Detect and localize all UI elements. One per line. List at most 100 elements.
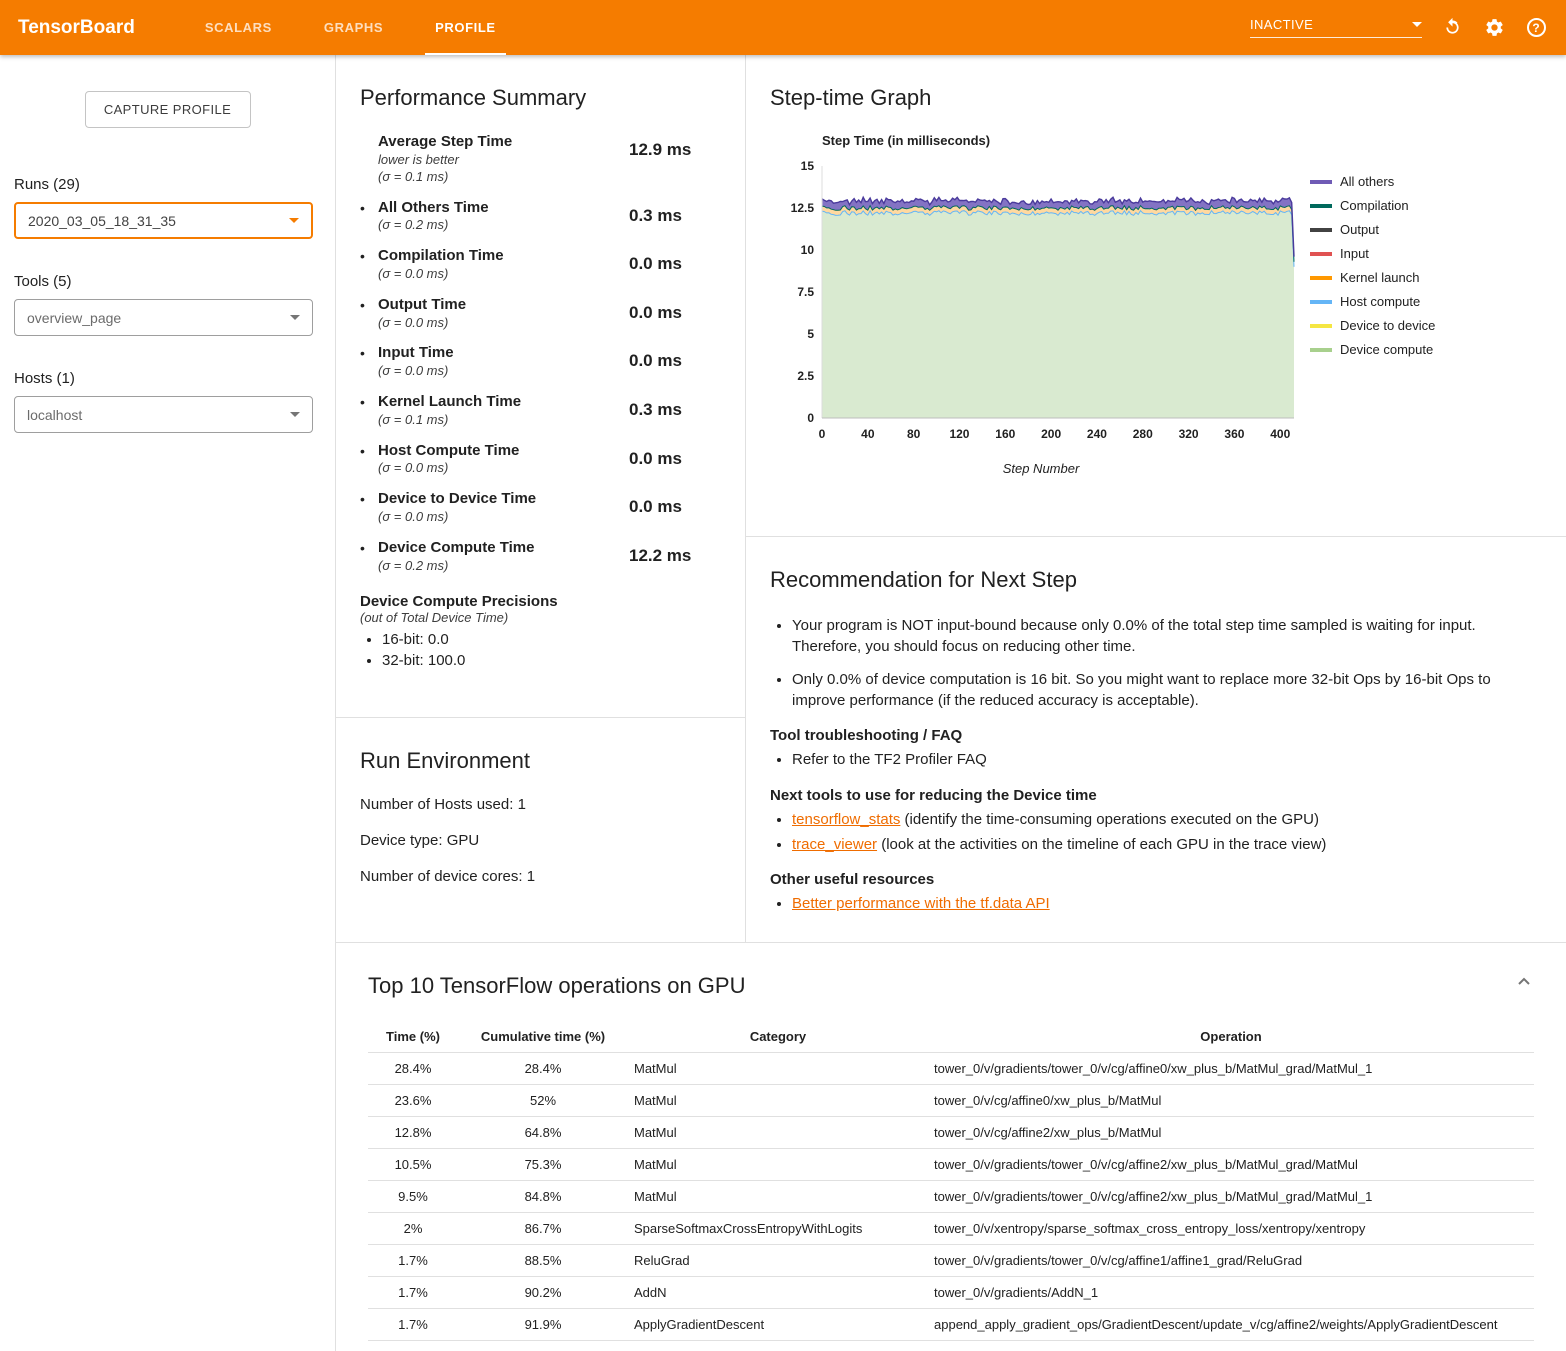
table-cell: 75.3% (458, 1149, 628, 1181)
app-title: TensorBoard (0, 17, 179, 39)
performance-metric: Average Step Timelower is better(σ = 0.1… (360, 133, 721, 186)
hosts-label: Hosts (1) (14, 370, 335, 387)
svg-text:360: 360 (1224, 427, 1244, 441)
metric-value: 0.0 ms (629, 442, 721, 478)
legend-item: Input (1310, 246, 1435, 261)
legend-item: Device to device (1310, 318, 1435, 333)
metric-name: Host Compute Time (378, 442, 629, 461)
run-environment-card: Run Environment Number of Hosts used: 1D… (336, 718, 745, 942)
metric-text: Device Compute Time(σ = 0.2 ms) (378, 539, 629, 575)
recommendation-section-heading: Tool troubleshooting / FAQ (770, 727, 1542, 744)
hosts-select-value: localhost (27, 407, 82, 423)
table-cell: 2% (368, 1213, 458, 1245)
svg-text:7.5: 7.5 (797, 285, 814, 299)
recommendation-link[interactable]: trace_viewer (792, 836, 877, 853)
metric-text: Average Step Timelower is better(σ = 0.1… (378, 133, 629, 186)
tab-graphs[interactable]: GRAPHS (298, 0, 409, 55)
table-cell: 90.2% (458, 1277, 628, 1309)
table-cell: 91.9% (458, 1309, 628, 1341)
performance-metric: •Compilation Time(σ = 0.0 ms)0.0 ms (360, 247, 721, 283)
metric-name: Kernel Launch Time (378, 393, 629, 412)
svg-text:10: 10 (801, 243, 815, 257)
recommendation-bullet: Your program is NOT input-bound because … (792, 615, 1542, 657)
recommendation-item: tensorflow_stats (identify the time-cons… (792, 809, 1542, 831)
legend-label: All others (1340, 174, 1394, 189)
svg-text:120: 120 (949, 427, 969, 441)
recommendation-link[interactable]: Better performance with the tf.data API (792, 895, 1050, 912)
chevron-down-icon (289, 218, 299, 223)
metric-name: Device Compute Time (378, 539, 629, 558)
run-environment-title: Run Environment (360, 748, 721, 774)
recommendation-bullet: Only 0.0% of device computation is 16 bi… (792, 669, 1542, 711)
table-cell: 23.6% (368, 1085, 458, 1117)
recommendation-link[interactable]: tensorflow_stats (792, 811, 900, 828)
tab-profile[interactable]: PROFILE (409, 0, 522, 55)
runs-select[interactable]: 2020_03_05_18_31_35 (14, 202, 313, 239)
metric-sigma: (σ = 0.1 ms) (378, 169, 629, 186)
refresh-icon[interactable] (1440, 16, 1464, 40)
collapse-chevron-icon[interactable] (1512, 969, 1536, 993)
table-cell: tower_0/v/gradients/tower_0/v/cg/affine2… (928, 1181, 1534, 1213)
help-icon[interactable]: ? (1524, 16, 1548, 40)
metric-name: Output Time (378, 296, 629, 315)
bullet-marker: • (360, 199, 378, 235)
precision-item: 32-bit: 100.0 (382, 652, 721, 669)
main-content: Performance Summary Average Step Timelow… (335, 55, 1566, 1351)
recommendation-section-heading: Other useful resources (770, 871, 1542, 888)
table-cell: 28.4% (458, 1053, 628, 1085)
tab-scalars[interactable]: SCALARS (179, 0, 298, 55)
chevron-down-icon (290, 412, 300, 417)
top-ops-title: Top 10 TensorFlow operations on GPU (368, 973, 1534, 999)
top-ops-table: Time (%)Cumulative time (%)CategoryOpera… (368, 1021, 1534, 1341)
tools-select-value: overview_page (27, 310, 121, 326)
table-row: 2%86.7%SparseSoftmaxCrossEntropyWithLogi… (368, 1213, 1534, 1245)
table-cell: 12.8% (368, 1117, 458, 1149)
legend-swatch (1310, 252, 1332, 256)
recommendation-section-heading: Next tools to use for reducing the Devic… (770, 787, 1542, 804)
legend-label: Host compute (1340, 294, 1420, 309)
svg-text:0: 0 (807, 411, 814, 425)
chevron-down-icon (1412, 22, 1422, 27)
metric-name: Input Time (378, 344, 629, 363)
table-cell: append_apply_gradient_ops/GradientDescen… (928, 1309, 1534, 1341)
metric-name: All Others Time (378, 199, 629, 218)
svg-text:5: 5 (807, 327, 814, 341)
performance-metric: •All Others Time(σ = 0.2 ms)0.3 ms (360, 199, 721, 235)
legend-swatch (1310, 324, 1332, 328)
metric-name: Device to Device Time (378, 490, 629, 509)
legend-label: Device to device (1340, 318, 1435, 333)
performance-metrics-list: Average Step Timelower is better(σ = 0.1… (360, 133, 721, 575)
table-cell: 84.8% (458, 1181, 628, 1213)
sidebar: CAPTURE PROFILE Runs (29) 2020_03_05_18_… (0, 55, 335, 1351)
table-column-header: Time (%) (368, 1021, 458, 1053)
table-cell: MatMul (628, 1149, 928, 1181)
svg-text:2.5: 2.5 (797, 369, 814, 383)
settings-gear-icon[interactable] (1482, 16, 1506, 40)
table-cell: MatMul (628, 1053, 928, 1085)
table-cell: 86.7% (458, 1213, 628, 1245)
bullet-marker: • (360, 539, 378, 575)
environment-line: Device type: GPU (360, 832, 721, 849)
recommendation-card: Recommendation for Next Step Your progra… (746, 537, 1566, 942)
metric-value: 0.0 ms (629, 247, 721, 283)
recommendation-item: Better performance with the tf.data API (792, 893, 1542, 915)
metric-text: Output Time(σ = 0.0 ms) (378, 296, 629, 332)
legend-item: Compilation (1310, 198, 1435, 213)
table-row: 1.7%91.9%ApplyGradientDescentappend_appl… (368, 1309, 1534, 1341)
chevron-down-icon (290, 315, 300, 320)
tools-select[interactable]: overview_page (14, 299, 313, 336)
status-dropdown[interactable]: INACTIVE (1250, 17, 1422, 38)
hosts-select[interactable]: localhost (14, 396, 313, 433)
legend-label: Kernel launch (1340, 270, 1420, 285)
recommendation-item-text: (look at the activities on the timeline … (877, 836, 1326, 853)
environment-line: Number of device cores: 1 (360, 868, 721, 885)
svg-text:40: 40 (861, 427, 875, 441)
svg-text:400: 400 (1270, 427, 1290, 441)
header-controls: INACTIVE ? (1250, 16, 1566, 40)
precision-item: 16-bit: 0.0 (382, 631, 721, 648)
precisions-title: Device Compute Precisions (360, 593, 721, 610)
metric-sigma: (σ = 0.2 ms) (378, 558, 629, 575)
capture-profile-button[interactable]: CAPTURE PROFILE (85, 91, 251, 128)
bullet-marker: • (360, 247, 378, 283)
step-time-chart: Step Time (in milliseconds) 02.557.51012… (780, 133, 1542, 476)
